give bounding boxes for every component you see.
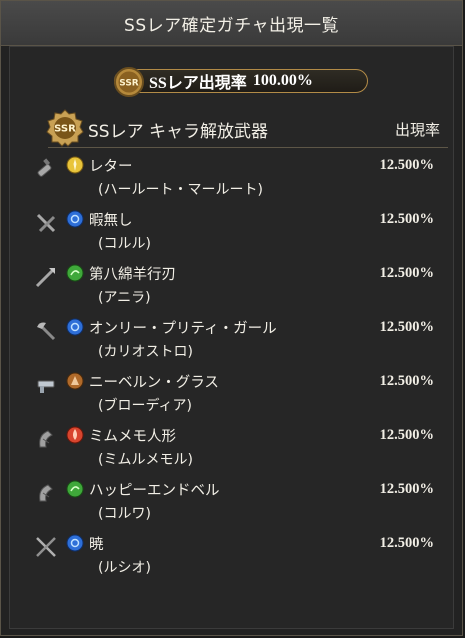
wind-element-icon: [66, 264, 84, 286]
list-item: ニーベルン・グラス (ブローディア) 12.500%: [32, 367, 452, 421]
ssr-badge-text: SSR: [54, 124, 76, 135]
weapon-name: オンリー・プリティ・ガール: [89, 321, 277, 337]
light-element-icon: [66, 156, 84, 178]
weapon-name: 第八綿羊行刃: [89, 267, 176, 283]
gun-icon: [34, 373, 58, 401]
list-item: 第八綿羊行刃 (アニラ) 12.500%: [32, 259, 452, 313]
rate-column-header: 出現率: [394, 121, 440, 139]
window-title: SSレア確定ガチャ出現一覧: [1, 1, 462, 46]
harp-icon: [34, 427, 58, 455]
item-rate: 12.500%: [379, 211, 434, 227]
water-element-icon: [66, 534, 84, 556]
weapon-name: レター: [89, 159, 133, 175]
item-rate: 12.500%: [379, 265, 434, 281]
item-rate: 12.500%: [379, 481, 434, 497]
list-item: ミムメモ人形 (ミムルメモル) 12.500%: [32, 421, 452, 475]
fire-element-icon: [66, 426, 84, 448]
item-rate: 12.500%: [379, 535, 434, 551]
section-title: SSレア キャラ解放武器: [88, 122, 268, 142]
weapon-name: 暁: [89, 537, 104, 553]
harp-icon: [34, 481, 58, 509]
character-name: (ミムルメモル): [98, 452, 193, 468]
item-rate: 12.500%: [379, 427, 434, 443]
weapon-name: ミムメモ人形: [89, 429, 176, 445]
weapon-name: ハッピーエンドベル: [89, 483, 220, 499]
list-item: 暁 (ルシオ) 12.500%: [32, 529, 452, 583]
item-rate: 12.500%: [379, 373, 434, 389]
wind-element-icon: [66, 480, 84, 502]
summary-label: SSレア出現率: [149, 75, 247, 92]
ssr-emblem-icon: SSR: [113, 66, 145, 103]
summary-rate: 100.00%: [252, 72, 313, 89]
ssr-emblem-text: SSR: [119, 79, 139, 89]
character-name: (ルシオ): [98, 560, 151, 576]
water-element-icon: [66, 210, 84, 232]
list-item: 暇無し (コルル) 12.500%: [32, 205, 452, 259]
character-name: (ハールート・マールート): [98, 182, 263, 198]
list-item: ハッピーエンドベル (コルワ) 12.500%: [32, 475, 452, 529]
character-name: (コルワ): [98, 506, 151, 522]
rate-list-panel: SSR SSレア出現率 100.00% SSR SSレア キャラ解放武器 出現率: [9, 46, 454, 629]
character-name: (コルル): [98, 236, 151, 252]
weapon-name: 暇無し: [89, 213, 133, 229]
item-rate: 12.500%: [379, 319, 434, 335]
ssr-rate-summary: SSR SSレア出現率 100.00%: [114, 67, 368, 97]
water-element-icon: [66, 318, 84, 340]
dagger-icon: [34, 157, 58, 185]
axe-icon: [34, 319, 58, 347]
list-item: オンリー・プリティ・ガール (カリオストロ) 12.500%: [32, 313, 452, 367]
character-name: (カリオストロ): [98, 344, 193, 360]
weapon-name: ニーベルン・グラス: [89, 375, 219, 391]
spear-icon: [34, 265, 58, 293]
character-name: (アニラ): [98, 290, 151, 306]
ssr-weapon-section-header: SSR SSレア キャラ解放武器 出現率: [46, 109, 448, 148]
character-name: (ブローディア): [98, 398, 192, 414]
earth-element-icon: [66, 372, 84, 394]
gacha-list-window: SSレア確定ガチャ出現一覧 SSR SSレア出現率 100.00% SSR SS…: [0, 0, 463, 636]
list-item: レター (ハールート・マールート) 12.500%: [32, 151, 452, 205]
sword-icon: [34, 535, 58, 563]
dual-blades-icon: [34, 211, 58, 239]
ssr-badge-icon: SSR: [46, 109, 84, 151]
item-rate: 12.500%: [379, 157, 434, 173]
